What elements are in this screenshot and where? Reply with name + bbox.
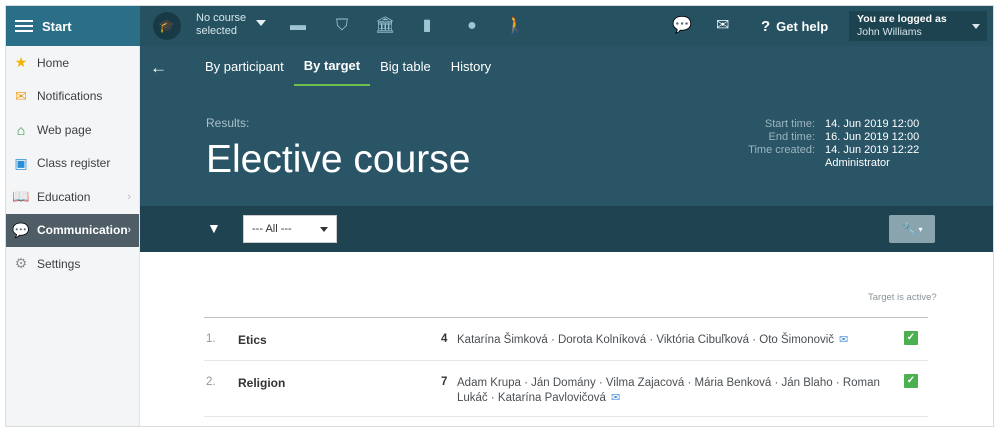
- people-walking-icon[interactable]: 🚶: [505, 17, 525, 35]
- envelope-icon[interactable]: ✉: [839, 334, 848, 346]
- chevron-down-icon: ▾: [918, 224, 923, 234]
- chat-icon: 💬: [12, 221, 30, 238]
- course-select-line2: selected: [196, 25, 237, 37]
- graduation-cap-icon[interactable]: 🎓: [153, 12, 181, 40]
- chevron-down-icon[interactable]: [972, 24, 980, 29]
- app-window: Start 🎓 No course selected ▬ ⛉ 🏛 ▮ ● 🚶 💬…: [5, 5, 994, 427]
- login-label: You are logged as: [857, 13, 947, 25]
- briefcase-icon[interactable]: ▬: [289, 17, 307, 35]
- star-icon: ★: [14, 54, 28, 71]
- wrench-icon: 🔧: [901, 222, 917, 236]
- checkbox-checked-icon[interactable]: ✓: [904, 331, 918, 345]
- checkbox-checked-icon[interactable]: ✓: [904, 374, 918, 388]
- sidebar-item-label: Education: [37, 189, 91, 204]
- tab-by-target[interactable]: By target: [293, 46, 371, 86]
- user-name: John Williams: [857, 26, 922, 38]
- row-index: 2.: [206, 376, 216, 388]
- tools-button[interactable]: 🔧 ▾: [889, 215, 935, 243]
- question-icon: ?: [761, 18, 771, 35]
- filter-icon: ▼: [207, 220, 221, 236]
- meta-label: Start time:: [764, 118, 815, 130]
- sidebar-item-settings[interactable]: ⚙ Settings: [6, 247, 139, 281]
- target-name[interactable]: Etics: [238, 333, 267, 347]
- user-menu[interactable]: You are logged as John Williams: [849, 11, 987, 41]
- envelope-icon: ✉: [15, 87, 27, 104]
- chevron-right-icon: ›: [127, 190, 131, 203]
- results-label: Results:: [206, 116, 250, 130]
- help-label: Get help: [776, 19, 829, 34]
- sidebar-item-education[interactable]: 📖 Education ›: [6, 180, 139, 214]
- participant-list: Adam Krupa · Ján Domány · Vilma Zajacová…: [457, 376, 887, 406]
- start-label: Start: [42, 18, 72, 34]
- meta-info: Start time: 14. Jun 2019 12:00 End time: 1…: [710, 118, 990, 170]
- start-button[interactable]: Start: [6, 6, 140, 46]
- meta-label: Time created:: [748, 144, 815, 156]
- filter-bar: ▼ --- All --- 🔧 ▾: [140, 206, 993, 252]
- participant-list: Katarína Šimková · Dorota Kolníková · Vi…: [457, 333, 887, 348]
- help-button[interactable]: ? Get help: [761, 18, 828, 35]
- targets-table: 1. Etics 4 Katarína Šimková · Dorota Kol…: [204, 317, 928, 417]
- meta-value: 14. Jun 2019 12:00: [825, 118, 920, 130]
- filter-select[interactable]: --- All ---: [243, 215, 337, 243]
- envelope-icon[interactable]: ✉: [611, 392, 620, 404]
- filter-select-value: --- All ---: [252, 223, 292, 235]
- palette-icon[interactable]: ●: [463, 17, 481, 35]
- course-select-line1: No course: [196, 12, 247, 24]
- target-name[interactable]: Religion: [238, 376, 285, 390]
- meta-value: 14. Jun 2019 12:22: [825, 144, 920, 156]
- chat-icon[interactable]: 💬: [672, 17, 692, 35]
- meta-label: End time:: [768, 131, 815, 143]
- house-icon: ⌂: [16, 121, 26, 138]
- shield-icon[interactable]: ⛉: [333, 17, 351, 35]
- participants-text: Katarína Šimková · Dorota Kolníková · Vi…: [457, 334, 835, 346]
- main-content: Target is active? 1. Etics 4 Katarína Ši…: [140, 252, 993, 426]
- sidebar-item-notifications[interactable]: ✉ Notifications: [6, 80, 139, 114]
- meta-value: 16. Jun 2019 12:00: [825, 131, 920, 143]
- sidebar-item-label: Communication: [37, 223, 128, 238]
- tab-history[interactable]: History: [441, 46, 501, 86]
- page-header: ← By participant By target Big table His…: [140, 46, 993, 206]
- tab-by-participant[interactable]: By participant: [195, 46, 294, 86]
- chevron-down-icon[interactable]: [256, 20, 266, 26]
- back-arrow-icon[interactable]: ←: [150, 58, 167, 78]
- hamburger-menu-icon[interactable]: [15, 20, 33, 32]
- sidebar-item-home[interactable]: ★ Home: [6, 46, 139, 80]
- row-index: 1.: [206, 333, 216, 345]
- chevron-right-icon: ›: [127, 224, 131, 237]
- sidebar-item-label: Notifications: [37, 89, 103, 104]
- participant-count: 4: [441, 333, 448, 345]
- chevron-down-icon: [320, 226, 328, 232]
- target-active-header: Target is active?: [868, 292, 937, 303]
- envelope-icon[interactable]: ✉: [716, 17, 729, 35]
- register-icon: ▣: [14, 154, 28, 171]
- tab-bar: By participant By target Big table Histo…: [195, 46, 501, 86]
- sidebar-item-label: Settings: [37, 256, 81, 271]
- page-title: Elective course: [206, 138, 471, 181]
- table-row: 2. Religion 7 Adam Krupa · Ján Domány · …: [204, 361, 928, 417]
- sidebar-item-label: Home: [37, 55, 70, 70]
- sidebar: ★ Home ✉ Notifications ⌂ Web page ▣ Clas…: [6, 46, 140, 426]
- sidebar-item-label: Web page: [37, 122, 92, 137]
- gear-icon: ⚙: [14, 255, 28, 272]
- participants-text: Adam Krupa · Ján Domány · Vilma Zajacová…: [457, 377, 880, 404]
- course-selector[interactable]: No course selected: [196, 12, 246, 38]
- table-row: 1. Etics 4 Katarína Šimková · Dorota Kol…: [204, 318, 928, 361]
- sidebar-item-class-register[interactable]: ▣ Class register: [6, 147, 139, 181]
- sidebar-item-web-page[interactable]: ⌂ Web page: [6, 113, 139, 147]
- meta-value: Administrator: [825, 157, 890, 169]
- institution-icon[interactable]: 🏛: [375, 17, 395, 35]
- book-icon: 📖: [12, 188, 30, 205]
- top-bar: Start 🎓 No course selected ▬ ⛉ 🏛 ▮ ● 🚶 💬…: [6, 6, 993, 46]
- tab-big-table[interactable]: Big table: [370, 46, 441, 86]
- sidebar-item-label: Class register: [37, 156, 111, 171]
- participant-count: 7: [441, 376, 448, 388]
- meta-label: [710, 157, 825, 170]
- sidebar-item-communication[interactable]: 💬 Communication ›: [6, 213, 139, 247]
- bar-chart-icon[interactable]: ▮: [418, 17, 436, 35]
